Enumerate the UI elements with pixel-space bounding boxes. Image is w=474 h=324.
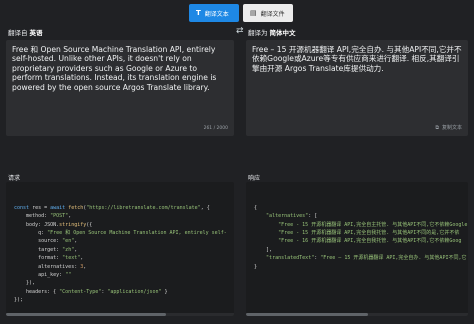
target-text-area: Free – 15 开源机器翻译 API,完全自办. 与其他API不同,它并不依… [246,40,468,136]
response-scrollbar-thumb[interactable] [246,313,369,316]
response-code-line: { [254,204,258,211]
response-code-line: "Free - 15 开源机器翻译 API,完全自我托管. 与其他API不同的是… [278,230,460,237]
translate-files-tab[interactable]: ▤ 翻译文件 [243,4,293,22]
target-language-value: 简体中文 [269,29,296,37]
char-count: 261 / 2000 [203,126,228,131]
request-code-line [14,305,226,313]
swap-languages-icon[interactable]: ⇄ [236,26,244,36]
request-code-lines: const res = await fetch("https://libretr… [14,204,227,316]
file-icon: ▤ [250,9,257,17]
response-code-line: } [254,263,258,270]
response-code-line: ], [254,246,273,253]
request-scrollbar-thumb[interactable] [6,313,166,316]
response-code-line: "Free - 15 开源机器翻译 API,完全自主托管. 与其他API不同,它… [278,221,468,228]
translated-text: Free – 15 开源机器翻译 API,完全自办. 与其他API不同,它并不依… [252,45,462,73]
request-code-line: format: "text", [14,255,84,262]
response-code-line: "translatedText": "Free – 15 开源机器翻译 API,… [266,255,467,262]
request-code-line: body: JSON.stringify({ [14,221,93,228]
request-code-line: headers: { "Content-Type": "application/… [14,288,168,295]
target-language-label: 翻译为 [248,29,268,37]
request-code-line: target: "zh", [14,246,78,253]
mode-bar: T 翻译文本 ▤ 翻译文件 [0,4,474,22]
request-code-line: q: "Free 和 Open Source Machine Translati… [14,230,227,237]
request-code-line: }); [14,297,24,304]
source-language-selector[interactable]: 翻译自 英语 [8,26,43,38]
source-language-value: 英语 [29,29,43,37]
translate-text-tab-label: 翻译文本 [204,10,229,18]
copy-text-button[interactable]: ⧉ 复制文本 [435,124,462,132]
source-text: Free 和 Open Source Machine Translation A… [12,45,217,92]
response-code-line: "alternatives": [ [266,213,318,220]
request-code-line: }), [14,280,36,287]
text-icon: T [196,9,201,17]
source-language-label: 翻译自 [8,29,28,37]
response-code-lines: { "alternatives": [ "Free - 15 开源机器翻译 AP… [254,204,468,271]
response-code-line: "Free - 16 开源机器翻译 API,完全自我托管. 与其他API不同,它… [278,238,462,245]
response-label: 响应 [248,175,261,182]
response-code-block: { "alternatives": [ "Free - 15 开源机器翻译 AP… [246,182,468,316]
request-code-block: const res = await fetch("https://libretr… [6,182,234,316]
request-code-line: api_key: "" [14,272,72,279]
copy-text-label: 复制文本 [441,125,462,131]
copy-icon: ⧉ [435,124,439,131]
request-code-line: source: "en", [14,238,78,245]
translate-text-tab[interactable]: T 翻译文本 [189,4,239,22]
request-scrollbar[interactable] [6,313,234,316]
target-language-selector[interactable]: 翻译为 简体中文 [248,26,296,38]
response-scrollbar[interactable] [246,313,468,316]
request-code-line: alternatives: 3, [14,263,87,270]
request-code-line: method: "POST", [14,213,72,220]
request-code-line: const res = await fetch("https://libretr… [14,204,210,211]
request-label: 请求 [8,175,21,182]
source-text-area[interactable]: Free 和 Open Source Machine Translation A… [6,40,234,136]
translate-files-tab-label: 翻译文件 [260,10,285,18]
